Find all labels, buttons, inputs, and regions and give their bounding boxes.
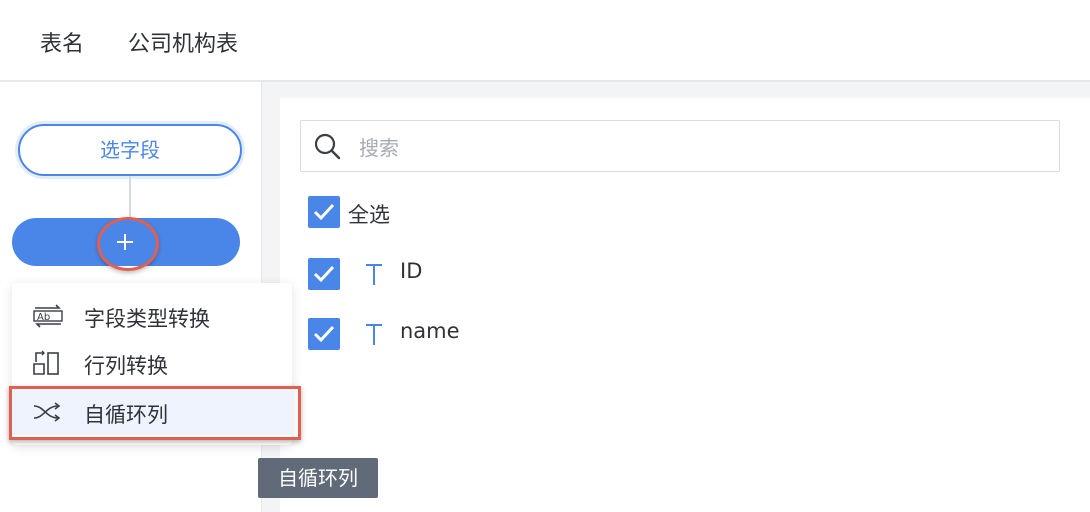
table-name: 公司机构表 — [128, 32, 239, 57]
field-search[interactable]: 搜索 — [300, 120, 1060, 172]
table-label: 表名 — [40, 32, 85, 57]
select-fields-step[interactable]: 选字段 — [18, 124, 242, 176]
text-type-icon — [366, 264, 382, 285]
menu-item-label: 字段类型转换 — [84, 307, 210, 331]
check-icon — [313, 325, 335, 343]
menu-item-label: 行列转换 — [84, 354, 168, 378]
search-input[interactable]: 搜索 — [359, 132, 399, 161]
field-type-convert-icon: Ab — [33, 304, 63, 328]
svg-text:Ab: Ab — [37, 312, 50, 323]
menu-item-field-type-convert[interactable]: Ab 字段类型转换 — [12, 293, 292, 339]
select-all-checkbox[interactable] — [308, 196, 340, 228]
text-type-icon — [366, 324, 382, 345]
menu-item-row-column-convert[interactable]: 行列转换 — [12, 340, 292, 386]
field-checkbox-id[interactable] — [308, 258, 340, 290]
add-button-highlight-circle — [97, 217, 159, 271]
field-label-id: ID — [400, 259, 423, 283]
search-icon — [314, 133, 341, 160]
menu-item-highlight-box — [9, 386, 301, 440]
tooltip: 自循环列 — [258, 458, 378, 498]
flow-connector — [129, 176, 131, 218]
field-checkbox-name[interactable] — [308, 318, 340, 350]
check-icon — [313, 265, 335, 283]
check-icon — [313, 203, 335, 221]
top-header: 表名 公司机构表 — [0, 0, 1090, 82]
field-label-name: name — [400, 319, 460, 343]
select-all-label: 全选 — [348, 203, 390, 227]
row-column-convert-icon — [33, 350, 59, 375]
